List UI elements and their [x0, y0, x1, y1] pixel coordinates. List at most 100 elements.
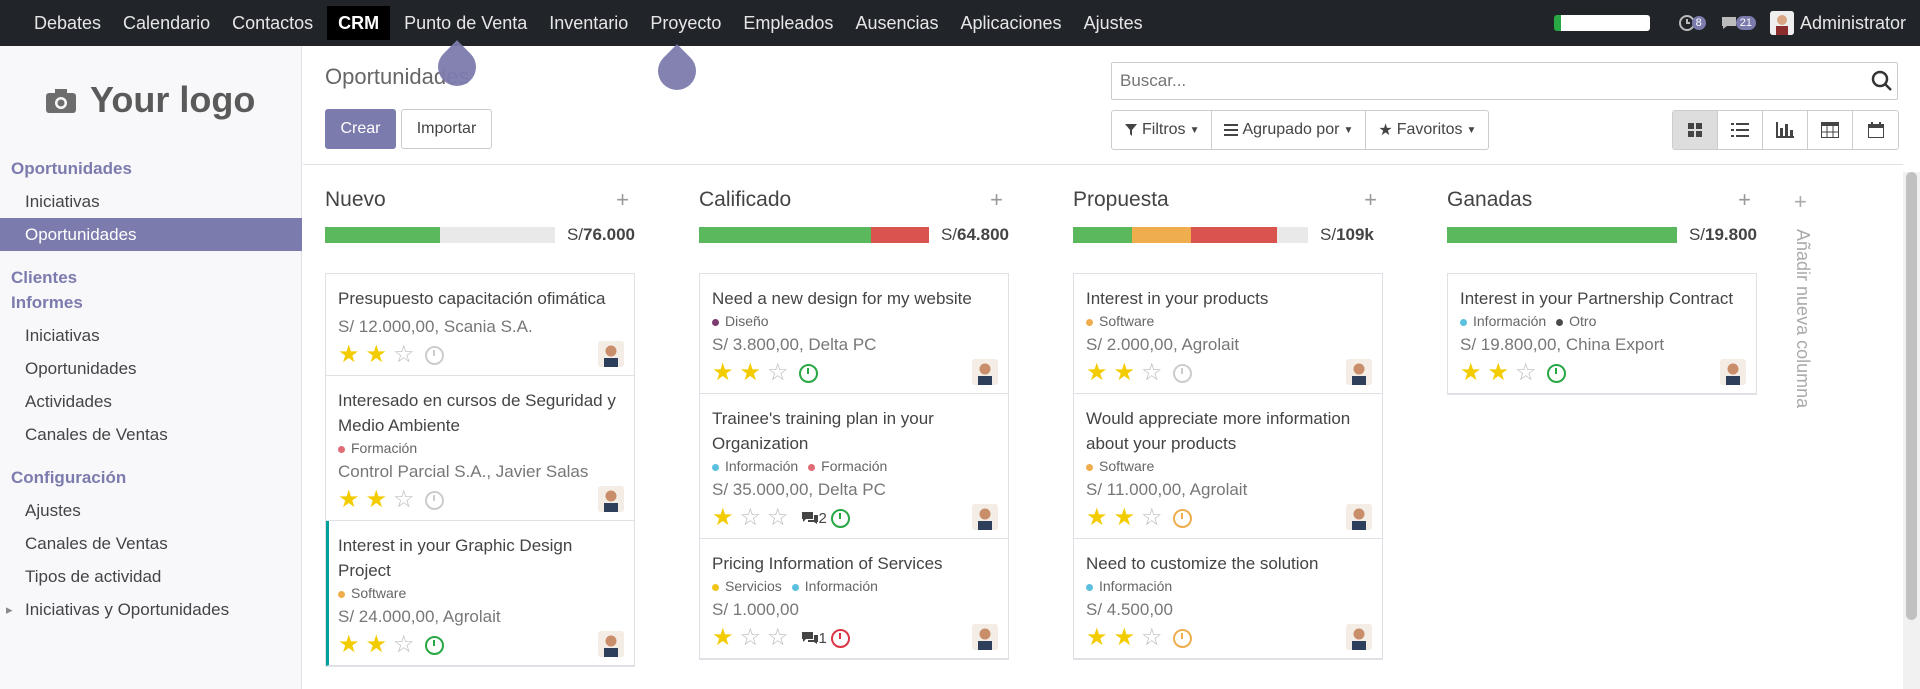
priority-star-icon[interactable]: ☆ [393, 343, 415, 367]
sidebar-section-clientes[interactable]: Clientes [0, 265, 302, 290]
nav-app-ajustes[interactable]: Ajustes [1073, 0, 1154, 46]
priority-star-icon[interactable]: ★ [1460, 361, 1482, 385]
quick-create-icon[interactable]: + [616, 187, 629, 213]
create-button[interactable]: Crear [325, 109, 396, 149]
opportunity-card[interactable]: Interest in your Partnership Contract Inf… [1448, 274, 1756, 394]
priority-star-icon[interactable]: ☆ [1141, 626, 1163, 650]
kanban-scrollbar[interactable] [1903, 172, 1920, 689]
priority-star-icon[interactable]: ★ [338, 343, 360, 367]
priority-star-icon[interactable]: ★ [1086, 626, 1108, 650]
activity-clock-icon[interactable] [424, 345, 444, 365]
search-input[interactable] [1120, 71, 1867, 91]
quick-create-icon[interactable]: + [1738, 187, 1751, 213]
kanban-view-button[interactable] [1673, 111, 1718, 149]
priority-star-icon[interactable]: ★ [366, 488, 388, 512]
priority-star-icon[interactable]: ★ [1086, 361, 1108, 385]
sidebar-section-informes[interactable]: Informes [0, 290, 302, 315]
progress-segment[interactable] [1447, 227, 1677, 243]
opportunity-card[interactable]: Pricing Information of Services Servicios… [700, 539, 1008, 659]
priority-star-icon[interactable]: ★ [1114, 361, 1136, 385]
opportunity-card[interactable]: Trainee's training plan in your Organiza… [700, 394, 1008, 539]
column-title[interactable]: Nuevo [325, 188, 386, 212]
priority-star-icon[interactable]: ☆ [1141, 361, 1163, 385]
pivot-view-button[interactable] [1808, 111, 1853, 149]
company-logo[interactable]: Your logo [44, 70, 260, 130]
sidebar-section-configuración[interactable]: Configuración [0, 465, 302, 490]
opportunity-card[interactable]: Interest in your Graphic Design Project S… [326, 521, 634, 666]
sidebar-item-tipos-de-actividad[interactable]: Tipos de actividad [0, 560, 302, 593]
column-progressbar[interactable] [1073, 227, 1308, 243]
sidebar-item-actividades[interactable]: Actividades [0, 385, 302, 418]
activity-clock-icon[interactable] [830, 508, 850, 528]
opportunity-card[interactable]: Presupuesto capacitación ofimática S/ 12.… [326, 274, 634, 376]
priority-star-icon[interactable]: ★ [1114, 626, 1136, 650]
progress-segment[interactable] [1190, 227, 1278, 243]
progress-segment[interactable] [1073, 227, 1132, 243]
priority-star-icon[interactable]: ★ [712, 506, 734, 530]
quick-create-icon[interactable]: + [1364, 187, 1377, 213]
priority-star-icon[interactable]: ★ [338, 633, 360, 657]
activity-clock-icon[interactable] [1172, 508, 1192, 528]
filters-dropdown[interactable]: Filtros ▼ [1112, 111, 1213, 149]
priority-star-icon[interactable]: ★ [1114, 506, 1136, 530]
column-progressbar[interactable] [1447, 227, 1677, 243]
add-column[interactable]: + Añadir nueva columna [1780, 165, 1820, 408]
list-view-button[interactable] [1718, 111, 1763, 149]
column-title[interactable]: Calificado [699, 188, 791, 212]
tour-tip-marker[interactable] [650, 44, 704, 98]
priority-star-icon[interactable]: ★ [366, 343, 388, 367]
nav-app-aplicaciones[interactable]: Aplicaciones [950, 0, 1073, 46]
nav-app-punto-de-venta[interactable]: Punto de Venta [393, 0, 538, 46]
column-progressbar[interactable] [325, 227, 555, 243]
activity-clock-icon[interactable] [1172, 363, 1192, 383]
column-progressbar[interactable] [699, 227, 929, 243]
messages-button[interactable]: 21 [1720, 14, 1756, 32]
activity-clock-icon[interactable] [798, 363, 818, 383]
groupby-dropdown[interactable]: Agrupado por ▼ [1212, 111, 1367, 149]
sidebar-section-oportunidades[interactable]: Oportunidades [0, 156, 302, 181]
activity-clock-icon[interactable] [424, 490, 444, 510]
progress-segment[interactable] [325, 227, 440, 243]
import-button[interactable]: Importar [401, 109, 492, 149]
activity-clock-icon[interactable] [1172, 628, 1192, 648]
priority-star-icon[interactable]: ☆ [1515, 361, 1537, 385]
priority-star-icon[interactable]: ☆ [767, 361, 789, 385]
calendar-view-button[interactable] [1853, 111, 1898, 149]
priority-star-icon[interactable]: ★ [1488, 361, 1510, 385]
favorites-dropdown[interactable]: ★ Favoritos ▼ [1366, 111, 1488, 149]
nav-app-inventario[interactable]: Inventario [538, 0, 639, 46]
sidebar-item-oportunidades[interactable]: Oportunidades [0, 352, 302, 385]
graph-view-button[interactable] [1763, 111, 1808, 149]
nav-app-contactos[interactable]: Contactos [221, 0, 324, 46]
search-icon[interactable] [1867, 70, 1897, 92]
activity-clock-icon[interactable] [830, 628, 850, 648]
user-avatar[interactable] [1769, 11, 1794, 35]
priority-star-icon[interactable]: ☆ [740, 506, 762, 530]
activity-clock-icon[interactable] [424, 635, 444, 655]
priority-star-icon[interactable]: ☆ [393, 488, 415, 512]
priority-star-icon[interactable]: ★ [366, 633, 388, 657]
priority-star-icon[interactable]: ★ [338, 488, 360, 512]
progress-segment[interactable] [1131, 227, 1191, 243]
opportunity-card[interactable]: Would appreciate more information about … [1074, 394, 1382, 539]
activity-clock-icon[interactable] [1546, 363, 1566, 383]
opportunity-card[interactable]: Interesado en cursos de Seguridad y Medi… [326, 376, 634, 521]
priority-star-icon[interactable]: ☆ [1141, 506, 1163, 530]
sidebar-item-iniciativas[interactable]: Iniciativas [0, 319, 302, 352]
priority-star-icon[interactable]: ★ [712, 361, 734, 385]
quick-create-icon[interactable]: + [990, 187, 1003, 213]
user-name[interactable]: Administrator [1800, 13, 1906, 34]
sidebar-item-canales-de-ventas[interactable]: Canales de Ventas [0, 527, 302, 560]
nav-app-debates[interactable]: Debates [23, 0, 112, 46]
priority-star-icon[interactable]: ★ [1086, 506, 1108, 530]
nav-app-crm[interactable]: CRM [327, 6, 391, 40]
opportunity-card[interactable]: Need a new design for my website Diseño S/… [700, 274, 1008, 394]
column-title[interactable]: Ganadas [1447, 188, 1532, 212]
sidebar-item-iniciativas-y-oportunidades[interactable]: ▸ Iniciativas y Oportunidades [0, 593, 302, 626]
priority-star-icon[interactable]: ★ [712, 626, 734, 650]
progress-segment[interactable] [699, 227, 872, 243]
priority-star-icon[interactable]: ☆ [767, 626, 789, 650]
nav-app-ausencias[interactable]: Ausencias [844, 0, 949, 46]
nav-app-empleados[interactable]: Empleados [732, 0, 844, 46]
progress-segment[interactable] [871, 227, 929, 243]
